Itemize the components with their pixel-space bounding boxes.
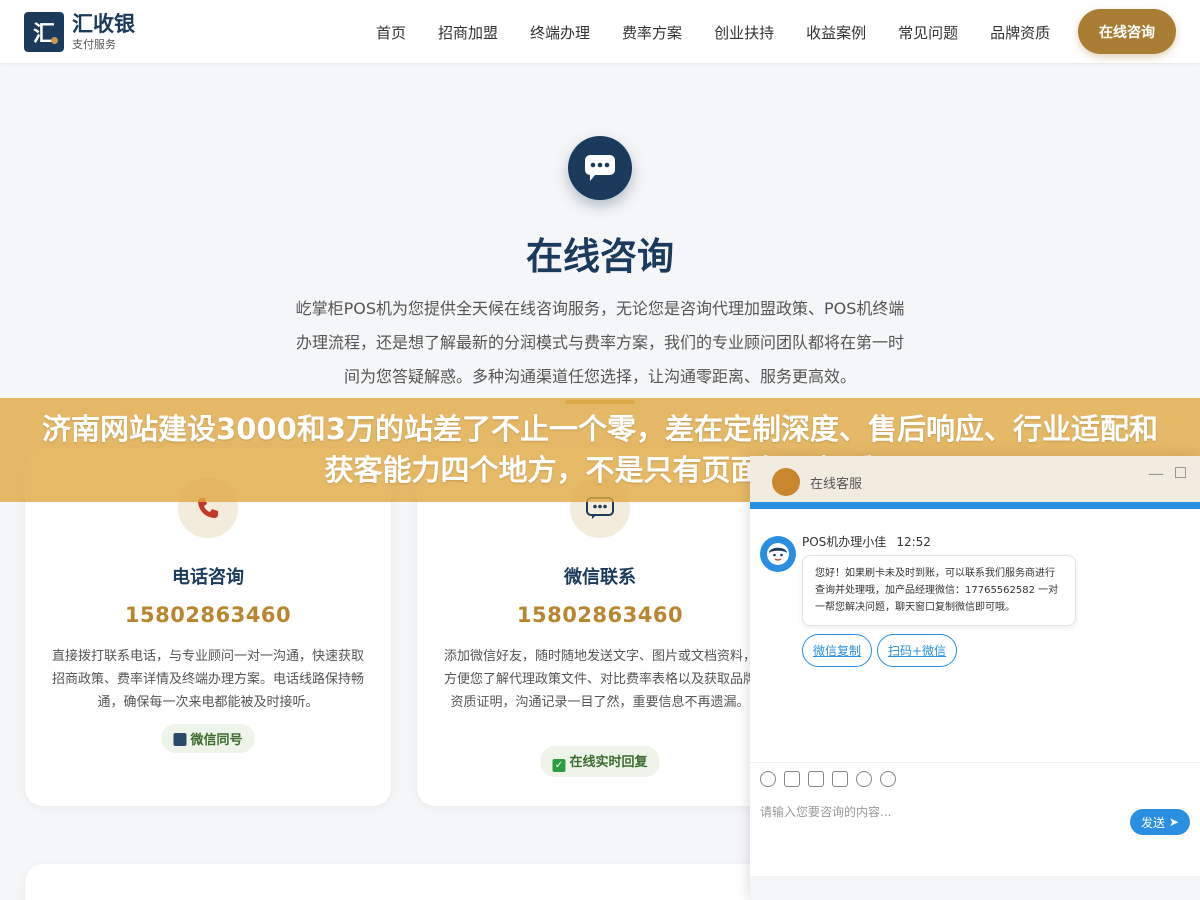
mobile-icon [173,733,187,746]
send-arrow-icon: ➤ [1168,815,1179,829]
nav-franchise[interactable]: 招商加盟 [438,22,498,43]
card-title: 电话咨询 [172,567,244,588]
emoji-icon[interactable] [760,771,776,787]
card-description: 添加微信好友，随时随地发送文字、图片或文档资料，方便您了解代理政策文件、对比费率… [443,649,756,710]
nav-terminal[interactable]: 终端办理 [530,22,590,43]
hero-description: 屹掌柜POS机为您提供全天候在线咨询服务，无论您是咨询代理加盟政策、POS机终端… [295,299,905,386]
minimize-icon[interactable]: — [1148,464,1164,483]
status-badge: 微信同号 [161,724,255,753]
agent-avatar [760,536,796,572]
main-nav: 首页 招商加盟 终端办理 费率方案 创业扶持 收益案例 常见问题 品牌资质 [360,0,1066,64]
rating-icon[interactable] [832,771,848,787]
nav-home[interactable]: 首页 [376,22,406,43]
chat-logo-icon [772,468,800,496]
agent-name-text: POS机办理小佳 [802,535,887,549]
wechat-number[interactable]: 15802863460 [417,603,783,627]
phone-number[interactable]: 15802863460 [25,603,391,627]
card-description: 直接拨打联系电话，与专业顾问一对一沟通，快速获取招商政策、费率详情及终端办理方案… [51,649,364,710]
wechat-share-icon[interactable] [880,771,896,787]
nav-faq[interactable]: 常见问题 [898,22,958,43]
chat-toolbar [760,771,904,787]
send-button[interactable]: 发送 ➤ [1130,809,1190,835]
badge-label: 在线实时回复 [569,755,648,770]
nav-rates[interactable]: 费率方案 [622,22,682,43]
chat-accent-bar [750,502,1200,509]
logo-mark: 汇 [24,12,64,52]
online-consult-button[interactable]: 在线咨询 [1078,9,1176,54]
send-label: 发送 [1141,815,1166,830]
copy-wechat-button[interactable]: 微信复制 [802,634,873,667]
logo-subtitle: 支付服务 [72,38,116,51]
chat-header-title: 在线客服 [810,477,863,492]
logo[interactable]: 汇 汇收银 支付服务 [24,12,135,52]
chat-message-input[interactable] [760,802,1120,822]
badge-label: 微信同号 [190,733,243,748]
nav-startup-support[interactable]: 创业扶持 [714,22,774,43]
chat-divider [750,762,1200,763]
logo-name: 汇收银 [72,12,135,36]
chat-message: 您好！如果刷卡未及时到账，可以联系我们服务商进行查询并处理哦，加产品经理微信：1… [802,555,1076,626]
chat-widget: 在线客服 — POS机办理小佳 12:52 您好！如果刷卡未及时到账，可以联系我们… [750,456,1200,900]
chat-bubble-icon [568,136,632,200]
page-title: 在线咨询 [526,235,674,278]
status-badge: ✓ 在线实时回复 [540,746,660,777]
chat-footer [750,876,1200,900]
nav-qualification[interactable]: 品牌资质 [990,22,1050,43]
agent-name: POS机办理小佳 12:52 [802,533,931,550]
nav-cases[interactable]: 收益案例 [806,22,866,43]
check-icon: ✓ [552,759,566,772]
message-timestamp: 12:52 [896,535,931,549]
image-icon[interactable] [784,771,800,787]
scan-wechat-button[interactable]: 扫码+微信 [877,634,958,667]
card-title: 微信联系 [564,567,636,588]
maximize-icon[interactable] [1175,467,1186,478]
chat-header: 在线客服 — [750,456,1200,502]
site-header: 汇 汇收银 支付服务 首页 招商加盟 终端办理 费率方案 创业扶持 收益案例 常… [0,0,1200,64]
sound-icon[interactable] [856,771,872,787]
screenshot-icon[interactable] [808,771,824,787]
